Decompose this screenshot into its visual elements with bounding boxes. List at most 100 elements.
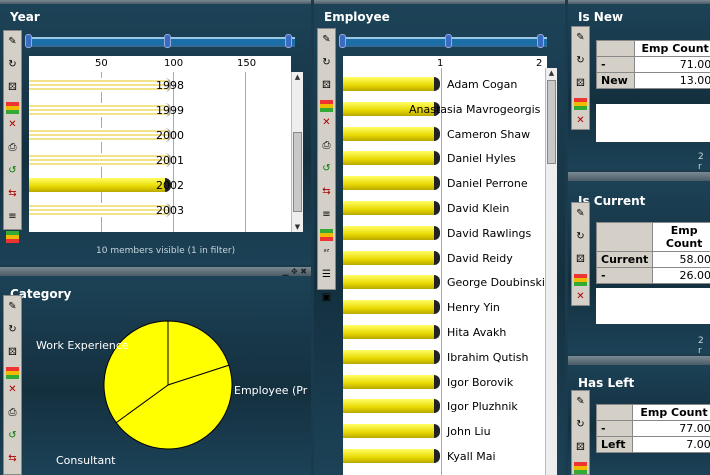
employee-bar[interactable] xyxy=(343,325,440,339)
pin-icon[interactable]: ✎ xyxy=(572,29,589,46)
table-cell: 71.00 xyxy=(634,56,710,73)
pin-icon[interactable]: ✎ xyxy=(572,393,589,410)
pin-icon[interactable]: ✎ xyxy=(4,33,21,50)
table-row[interactable]: Left 7.00 xyxy=(595,436,710,453)
clear-filter-icon[interactable]: ✕ xyxy=(318,114,335,131)
table-row[interactable]: - 26.00 xyxy=(595,267,710,284)
employee-label: David Rawlings xyxy=(447,226,532,240)
employee-bar[interactable] xyxy=(343,225,440,240)
undo-icon[interactable]: ↺ xyxy=(318,160,335,177)
pie-label-consultant: Consultant xyxy=(56,454,116,467)
slider-handle-mid[interactable] xyxy=(164,34,171,48)
print-icon[interactable]: ⎙ xyxy=(318,137,335,154)
year-bar-chart[interactable]: 1998 1999 2000 2001 2002 2003 xyxy=(29,72,291,232)
scroll-thumb[interactable] xyxy=(547,80,556,164)
dice-icon[interactable]: ⚄ xyxy=(4,79,21,96)
employee-bar[interactable] xyxy=(343,250,440,265)
employee-bar[interactable] xyxy=(343,449,440,463)
refresh-icon[interactable]: ↻ xyxy=(572,52,589,69)
chart-colors-icon[interactable] xyxy=(6,102,19,114)
swap-icon[interactable]: ⇆ xyxy=(318,183,335,200)
year-bar[interactable] xyxy=(29,153,171,167)
clear-filter-icon[interactable]: ✕ xyxy=(572,112,589,129)
dice-icon[interactable]: ⚄ xyxy=(572,75,589,92)
sort-icon[interactable]: ≡ xyxy=(4,208,21,225)
refresh-icon[interactable]: ↻ xyxy=(318,54,335,71)
sort-az-icon[interactable]: ᵃᶻ xyxy=(318,243,335,260)
year-bar[interactable] xyxy=(29,203,171,217)
employee-bar[interactable] xyxy=(343,201,440,215)
axis-tick: 50 xyxy=(95,58,108,69)
slider-handle-left[interactable] xyxy=(339,34,346,48)
year-bar[interactable] xyxy=(29,78,171,92)
pin-icon[interactable]: ✎ xyxy=(572,205,589,222)
chart-colors-icon[interactable] xyxy=(574,274,587,286)
refresh-icon[interactable]: ↻ xyxy=(572,416,589,433)
year-scrollbar[interactable]: ▲ ▼ xyxy=(291,72,303,232)
undo-icon[interactable]: ↺ xyxy=(4,162,21,179)
year-label: 1998 xyxy=(156,79,184,92)
row-header: New xyxy=(595,72,636,89)
scroll-thumb[interactable] xyxy=(293,132,302,212)
pin-icon[interactable]: ✎ xyxy=(318,31,335,48)
chart-colors-icon[interactable] xyxy=(6,367,19,379)
employee-bar-chart[interactable]: Adam Cogan Anastasia Mavrogeorgis Cameron … xyxy=(343,68,545,475)
swap-icon[interactable]: ⇆ xyxy=(4,450,21,467)
slider-handle-mid[interactable] xyxy=(445,34,452,48)
dice-icon[interactable]: ⚄ xyxy=(4,344,21,361)
table-row[interactable]: New 13.00 xyxy=(595,72,710,89)
is-current-toolbar: ✎ ↻ ⚄ ✕ xyxy=(571,202,590,306)
employee-range-slider[interactable] xyxy=(339,34,547,48)
window-buttons[interactable]: ▁ ✥ ✖ xyxy=(282,267,307,276)
swap-icon[interactable]: ⇆ xyxy=(4,185,21,202)
employee-bar[interactable] xyxy=(343,349,440,364)
year-bar[interactable] xyxy=(29,128,171,142)
clear-filter-icon[interactable]: ✕ xyxy=(4,116,21,133)
options-icon[interactable]: ▣ xyxy=(318,289,335,306)
print-icon[interactable]: ⎙ xyxy=(4,139,21,156)
chart-colors-icon[interactable] xyxy=(574,462,587,474)
dice-icon[interactable]: ⚄ xyxy=(318,77,335,94)
year-label: 2002 xyxy=(156,179,184,192)
undo-icon[interactable]: ↺ xyxy=(4,427,21,444)
print-icon[interactable]: ⎙ xyxy=(4,404,21,421)
refresh-icon[interactable]: ↻ xyxy=(4,56,21,73)
chart-colors-icon[interactable] xyxy=(320,100,333,112)
employee-bar[interactable] xyxy=(343,151,440,166)
employee-bar[interactable] xyxy=(343,300,440,315)
pin-icon[interactable]: ✎ xyxy=(4,298,21,315)
slider-handle-left[interactable] xyxy=(25,34,32,48)
employee-bar[interactable] xyxy=(343,176,440,191)
employee-bar[interactable] xyxy=(343,424,440,439)
table-row[interactable]: Current 58.00 xyxy=(595,251,710,268)
slider-handle-right[interactable] xyxy=(285,34,292,48)
year-range-slider[interactable] xyxy=(25,34,295,48)
refresh-icon[interactable]: ↻ xyxy=(572,228,589,245)
dice-icon[interactable]: ⚄ xyxy=(572,251,589,268)
table-row[interactable]: - 77.00 xyxy=(595,420,710,437)
gantt-icon[interactable]: ☰ xyxy=(318,266,335,283)
year-toolbar: ✎ ↻ ⚄ ✕ ⎙ ↺ ⇆ ≡ xyxy=(3,30,22,243)
bars-icon[interactable] xyxy=(6,231,19,243)
clear-filter-icon[interactable]: ✕ xyxy=(572,288,589,305)
refresh-icon[interactable]: ↻ xyxy=(4,321,21,338)
category-pie-chart[interactable]: Work Experience Employee (Pr Consultant xyxy=(22,295,311,475)
dice-icon[interactable]: ⚄ xyxy=(572,439,589,456)
employee-scrollbar[interactable]: ▲ xyxy=(545,68,557,475)
clear-filter-icon[interactable]: ✕ xyxy=(4,381,21,398)
year-bar[interactable] xyxy=(29,103,171,117)
employee-bar[interactable] xyxy=(343,77,440,91)
table-row[interactable]: - 71.00 xyxy=(595,56,710,73)
sort-icon[interactable]: ≡ xyxy=(318,206,335,223)
slider-handle-right[interactable] xyxy=(537,34,544,48)
employee-bar[interactable] xyxy=(343,126,440,141)
employee-bar[interactable] xyxy=(343,374,440,389)
is-new-table[interactable]: Emp Count Em - 71.00 New 13.00 xyxy=(595,40,710,89)
employee-bar[interactable] xyxy=(343,275,440,290)
is-current-table[interactable]: Emp Count Current 58.00 - 26.00 xyxy=(595,222,710,284)
employee-bar[interactable] xyxy=(343,399,440,414)
has-left-table[interactable]: Emp Count Em - 77.00 Left 7.00 xyxy=(595,404,710,453)
chart-colors-icon[interactable] xyxy=(574,98,587,110)
bars-icon[interactable] xyxy=(320,229,333,241)
year-bar[interactable] xyxy=(29,178,171,192)
